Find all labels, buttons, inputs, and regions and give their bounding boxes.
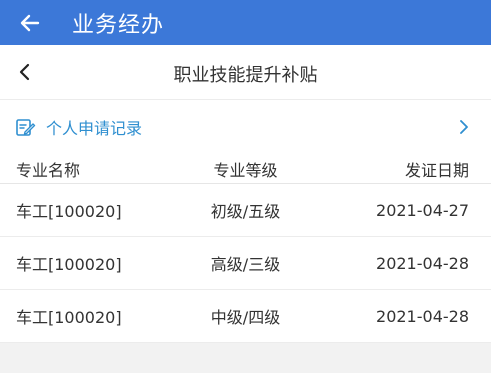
row-major-name: 车工[100020] xyxy=(16,255,122,274)
app-header: 业务经办 xyxy=(0,0,491,45)
header-major-name: 专业名称 xyxy=(16,160,81,180)
row-issue-date: 2021-04-27 xyxy=(376,200,469,220)
table-row[interactable]: 车工[100020] 高级/三级 2021-04-28 xyxy=(0,237,491,290)
application-records-label: 个人申请记录 xyxy=(46,119,143,138)
table-row[interactable]: 车工[100020] 中级/四级 2021-04-28 xyxy=(0,290,491,343)
row-major-name: 车工[100020] xyxy=(16,202,122,221)
application-records-link[interactable]: 个人申请记录 xyxy=(0,100,491,154)
table-header: 专业名称 专业等级 发证日期 xyxy=(0,154,491,184)
back-button[interactable] xyxy=(10,0,50,45)
page-title: 职业技能提升补贴 xyxy=(173,65,318,86)
edit-note-icon xyxy=(14,116,36,138)
table-row[interactable]: 车工[100020] 初级/五级 2021-04-27 xyxy=(0,184,491,237)
row-issue-date: 2021-04-28 xyxy=(376,306,469,326)
arrow-left-icon xyxy=(20,14,40,31)
row-major-name: 车工[100020] xyxy=(16,308,122,327)
row-issue-date: 2021-04-28 xyxy=(376,253,469,273)
certificate-table: 专业名称 专业等级 发证日期 车工[100020] 初级/五级 2021-04-… xyxy=(0,154,491,343)
chevron-right-icon xyxy=(460,120,468,134)
app-title: 业务经办 xyxy=(72,12,165,38)
page-header: 职业技能提升补贴 xyxy=(0,45,491,100)
header-issue-date: 发证日期 xyxy=(404,160,469,180)
